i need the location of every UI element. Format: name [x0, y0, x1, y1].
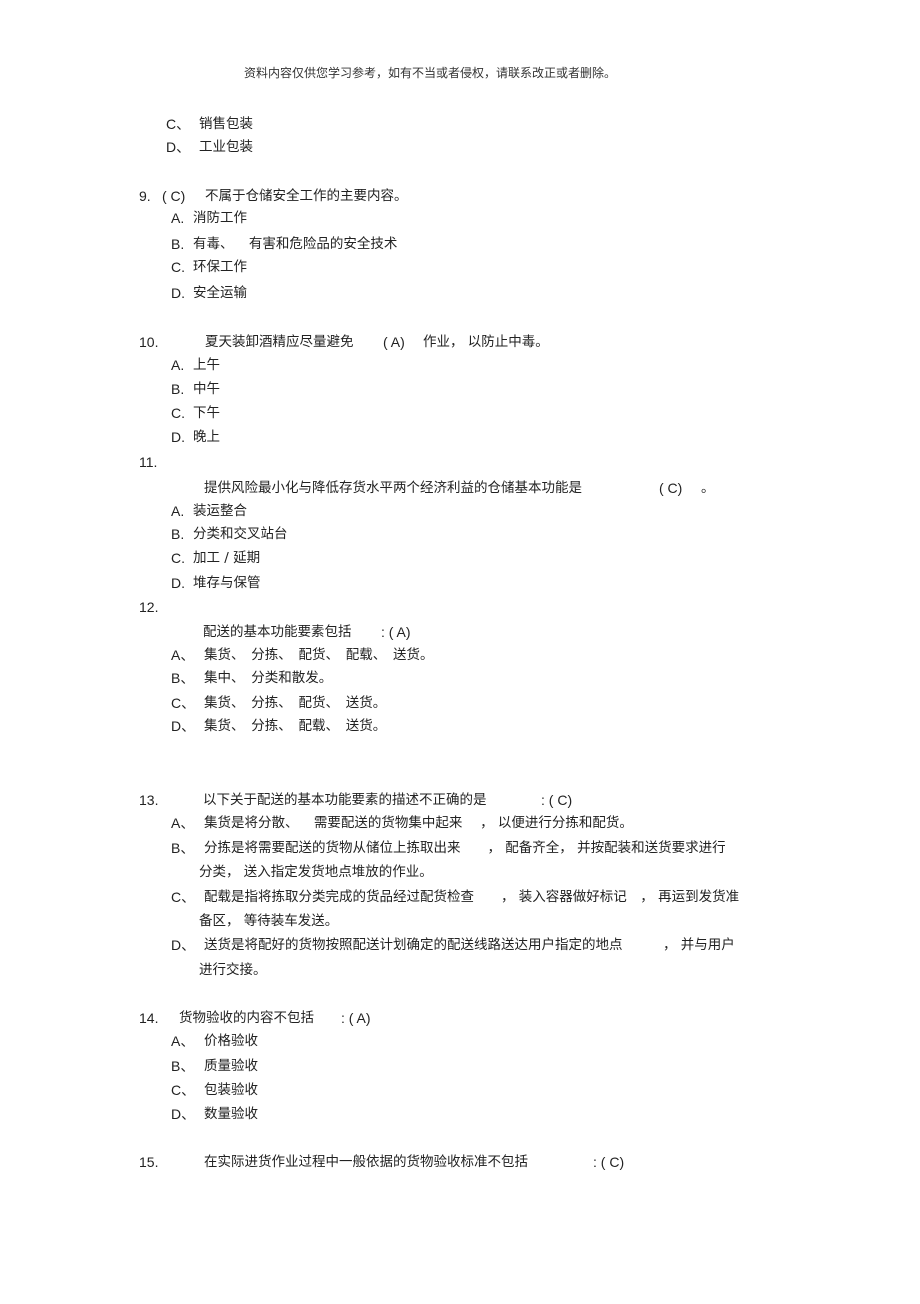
option-label: C. [171, 405, 185, 421]
question-number: 13. [139, 792, 159, 808]
question-stem: 货物验收的内容不包括 [179, 1010, 314, 1026]
option-text: 配载是指将拣取分类完成的货品经过配货检查 ， 装入容器做好标记 ， 再运到发货准 [204, 889, 740, 905]
question-number: 11. [139, 454, 158, 470]
option-text: 送货是将配好的货物按照配送计划确定的配送线路送达用户指定的地点 ， 并与用户 [204, 937, 735, 953]
answer: : ( A) [341, 1010, 371, 1026]
option-text: 价格验收 [204, 1033, 258, 1049]
option-label: A、 [171, 1033, 195, 1049]
option-text: 堆存与保管 [193, 575, 261, 591]
answer: : ( C) [541, 792, 573, 808]
option-label: C. [171, 550, 185, 566]
option-text: 分拣是将需要配送的货物从储位上拣取出来 ， 配备齐全， 并按配装和送货要求进行 [204, 840, 726, 856]
answer: ( C) [162, 188, 186, 204]
option-text: 集货、 分拣、 配货、 送货。 [204, 695, 387, 711]
option-text: 安全运输 [193, 285, 247, 301]
option-label: C、 [166, 116, 191, 132]
option-label: D、 [166, 139, 191, 155]
option-label: D、 [171, 937, 196, 953]
option-label: A. [171, 503, 185, 519]
option-text: 环保工作 [193, 259, 247, 275]
option-label: A. [171, 210, 185, 226]
option-label: C、 [171, 1082, 196, 1098]
option-text: 上午 [193, 357, 220, 373]
option-text: 中午 [193, 381, 220, 397]
option-text: 下午 [193, 405, 220, 421]
option-text: 质量验收 [204, 1058, 258, 1074]
option-text: 集中、 分类和散发。 [204, 670, 333, 686]
question-number: 12. [139, 599, 159, 615]
question-number: 15. [139, 1154, 159, 1170]
option-text-cont: 进行交接。 [199, 962, 267, 978]
option-text: 装运整合 [193, 503, 247, 519]
question-stem: 在实际进货作业过程中一般依据的货物验收标准不包括 [204, 1154, 528, 1170]
question-stem: 提供风险最小化与降低存货水平两个经济利益的仓储基本功能是 [204, 480, 582, 496]
option-label: D. [171, 285, 185, 301]
option-label: C. [171, 259, 185, 275]
stem-end: 。 [701, 480, 715, 496]
question-stem: 不属于仓储安全工作的主要内容。 [205, 188, 408, 204]
question-stem: 配送的基本功能要素包括 [203, 624, 352, 640]
option-label: B. [171, 381, 185, 397]
option-text: 工业包装 [199, 139, 253, 155]
option-label: A. [171, 357, 185, 373]
option-text: 数量验收 [204, 1106, 258, 1122]
option-text: 有毒、 有害和危险品的安全技术 [193, 236, 398, 252]
option-text: 包装验收 [204, 1082, 258, 1098]
option-text: 集货、 分拣、 配载、 送货。 [204, 718, 387, 734]
option-label: D、 [171, 718, 196, 734]
option-label: C、 [171, 695, 196, 711]
question-stem: 以下关于配送的基本功能要素的描述不正确的是 [203, 792, 487, 808]
option-text: 晚上 [193, 429, 220, 445]
option-text: 加工 / 延期 [193, 550, 261, 566]
option-label: B、 [171, 1058, 195, 1074]
option-text: 集货、 分拣、 配货、 配载、 送货。 [204, 647, 434, 663]
option-text: 消防工作 [193, 210, 247, 226]
copyright-notice: 资料内容仅供您学习参考，如有不当或者侵权，请联系改正或者删除。 [244, 66, 617, 80]
question-stem-end: 作业， 以防止中毒。 [423, 334, 549, 350]
answer: ( C) [659, 480, 683, 496]
answer: : ( C) [593, 1154, 625, 1170]
question-number: 10. [139, 334, 159, 350]
option-label: D. [171, 575, 185, 591]
option-label: B、 [171, 670, 195, 686]
question-number: 14. [139, 1010, 159, 1026]
option-label: B. [171, 236, 185, 252]
question-stem: 夏天装卸酒精应尽量避免 [205, 334, 354, 350]
answer: : ( A) [381, 624, 411, 640]
option-label: A、 [171, 647, 195, 663]
option-text: 分类和交叉站台 [193, 526, 288, 542]
option-label: B、 [171, 840, 195, 856]
option-label: D. [171, 429, 185, 445]
question-number: 9. [139, 188, 151, 204]
option-text: 销售包装 [199, 116, 253, 132]
option-label: D、 [171, 1106, 196, 1122]
option-label: B. [171, 526, 185, 542]
option-text: 集货是将分散、 需要配送的货物集中起来 ， 以便进行分拣和配货。 [204, 815, 633, 831]
option-label: C、 [171, 889, 196, 905]
option-label: A、 [171, 815, 195, 831]
option-text-cont: 分类， 送入指定发货地点堆放的作业。 [199, 864, 433, 880]
answer: ( A) [383, 334, 405, 350]
option-text-cont: 备区， 等待装车发送。 [199, 913, 339, 929]
